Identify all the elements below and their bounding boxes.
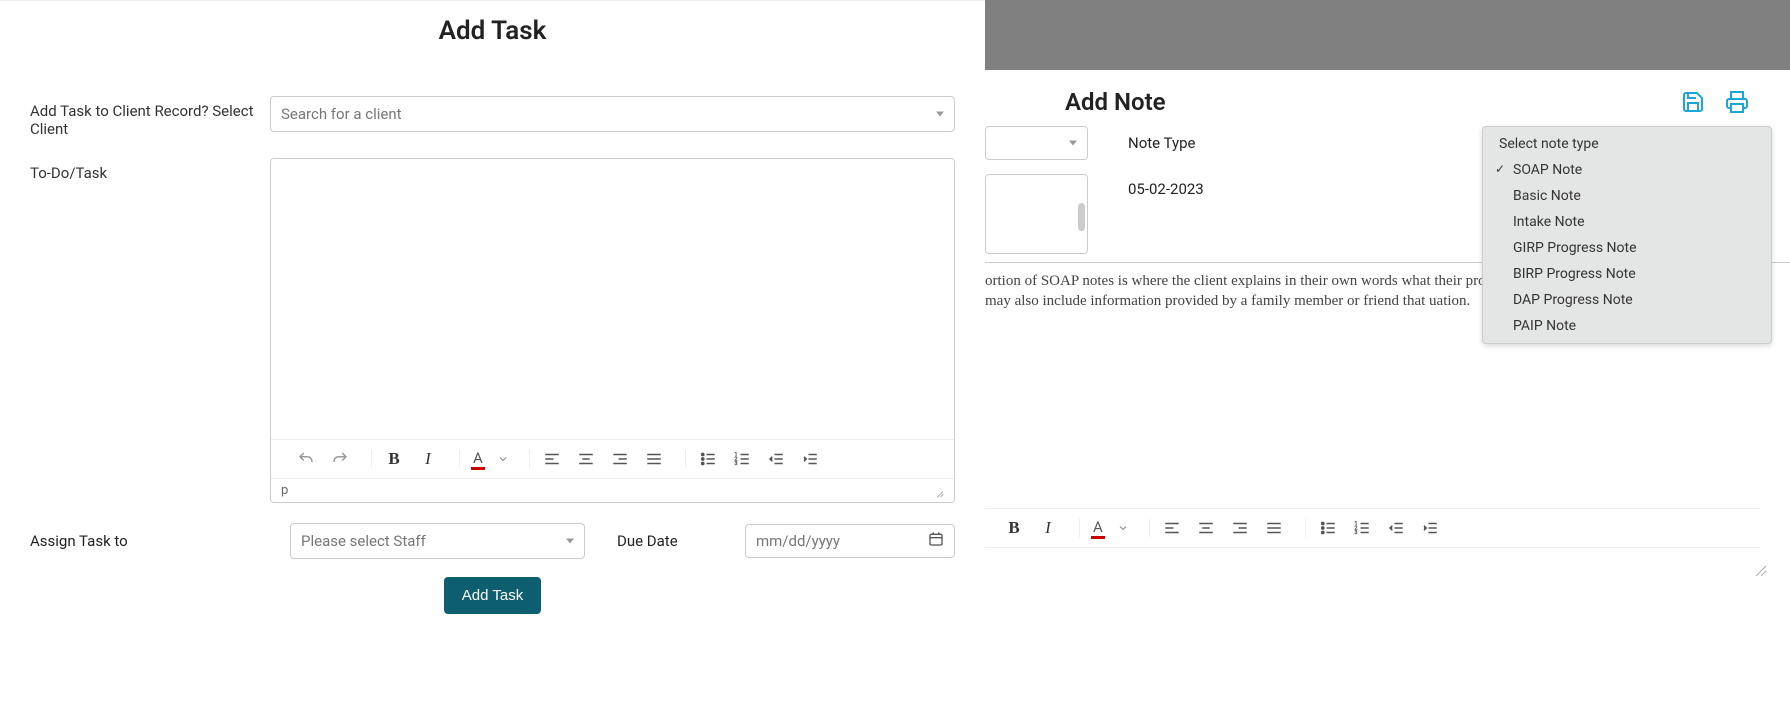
calendar-icon [928, 531, 944, 551]
resize-handle-icon[interactable] [1754, 564, 1768, 578]
note-type-label: Note Type [1128, 134, 1195, 152]
client-select[interactable]: Search for a client [270, 96, 955, 132]
date-placeholder: mm/dd/yyyy [756, 532, 840, 550]
add-task-button[interactable]: Add Task [444, 577, 541, 614]
indent-icon[interactable] [799, 448, 821, 470]
due-date-label: Due Date [617, 532, 678, 550]
align-center-icon[interactable] [1195, 517, 1217, 539]
align-right-icon[interactable] [1229, 517, 1251, 539]
dropdown-option-basic[interactable]: Basic Note [1483, 183, 1771, 209]
todo-editor-toolbar: B I A [271, 439, 954, 478]
italic-icon[interactable]: I [1037, 517, 1059, 539]
chevron-down-icon [936, 112, 944, 117]
todo-editor-body[interactable] [271, 159, 954, 439]
chevron-down-icon[interactable] [497, 448, 509, 470]
dropdown-option-intake[interactable]: Intake Note [1483, 209, 1771, 235]
add-task-title: Add Task [30, 16, 955, 46]
staff-select-placeholder: Please select Staff [301, 532, 426, 550]
todo-editor: B I A [270, 158, 955, 503]
bold-icon[interactable]: B [383, 448, 405, 470]
align-justify-icon[interactable] [643, 448, 665, 470]
align-justify-icon[interactable] [1263, 517, 1285, 539]
dropdown-header: Select note type [1483, 131, 1771, 157]
dropdown-option-birp[interactable]: BIRP Progress Note [1483, 261, 1771, 287]
resize-handle-icon[interactable] [932, 485, 944, 497]
outdent-icon[interactable] [1385, 517, 1407, 539]
dropdown-option-girp[interactable]: GIRP Progress Note [1483, 235, 1771, 261]
chevron-down-icon [566, 539, 574, 544]
print-icon[interactable] [1724, 89, 1750, 115]
numbered-list-icon[interactable]: 123 [1351, 517, 1373, 539]
todo-label: To-Do/Task [30, 158, 270, 182]
dropdown-option-dap[interactable]: DAP Progress Note [1483, 287, 1771, 313]
dropdown-option-soap[interactable]: SOAP Note [1483, 157, 1771, 183]
client-select-placeholder: Search for a client [281, 105, 402, 123]
indent-icon[interactable] [1419, 517, 1441, 539]
bold-icon[interactable]: B [1003, 517, 1025, 539]
partial-textarea[interactable] [985, 174, 1088, 254]
undo-icon[interactable] [295, 448, 317, 470]
add-note-title: Add Note [1065, 88, 1166, 116]
due-date-input[interactable]: mm/dd/yyyy [745, 524, 955, 558]
chevron-down-icon [1069, 141, 1077, 146]
save-icon[interactable] [1680, 89, 1706, 115]
client-label: Add Task to Client Record? Select Client [30, 96, 270, 138]
align-left-icon[interactable] [1161, 517, 1183, 539]
add-task-panel: Add Task Add Task to Client Record? Sele… [0, 0, 985, 718]
add-note-panel: Add Note Note Type [985, 0, 1790, 718]
svg-text:3: 3 [734, 461, 737, 467]
editor-status-bar: p [271, 478, 954, 502]
numbered-list-icon[interactable]: 123 [731, 448, 753, 470]
modal-backdrop [985, 0, 1790, 70]
scrollbar-thumb[interactable] [1078, 203, 1085, 231]
assign-label: Assign Task to [30, 532, 270, 550]
align-right-icon[interactable] [609, 448, 631, 470]
svg-text:3: 3 [1354, 530, 1357, 536]
outdent-icon[interactable] [765, 448, 787, 470]
bullet-list-icon[interactable] [697, 448, 719, 470]
redo-icon[interactable] [329, 448, 351, 470]
note-type-dropdown: Select note type SOAP Note Basic Note In… [1482, 126, 1772, 344]
dropdown-option-paip[interactable]: PAIP Note [1483, 313, 1771, 339]
note-editor-toolbar: B I A 123 [985, 508, 1760, 548]
text-color-icon[interactable]: A [471, 448, 485, 470]
text-color-icon[interactable]: A [1091, 517, 1105, 539]
align-left-icon[interactable] [541, 448, 563, 470]
chevron-down-icon[interactable] [1117, 517, 1129, 539]
note-date: 05-02-2023 [1128, 174, 1204, 198]
editor-path: p [281, 483, 288, 498]
staff-select[interactable]: Please select Staff [290, 523, 585, 559]
bullet-list-icon[interactable] [1317, 517, 1339, 539]
italic-icon[interactable]: I [417, 448, 439, 470]
partial-select[interactable] [985, 126, 1088, 160]
align-center-icon[interactable] [575, 448, 597, 470]
